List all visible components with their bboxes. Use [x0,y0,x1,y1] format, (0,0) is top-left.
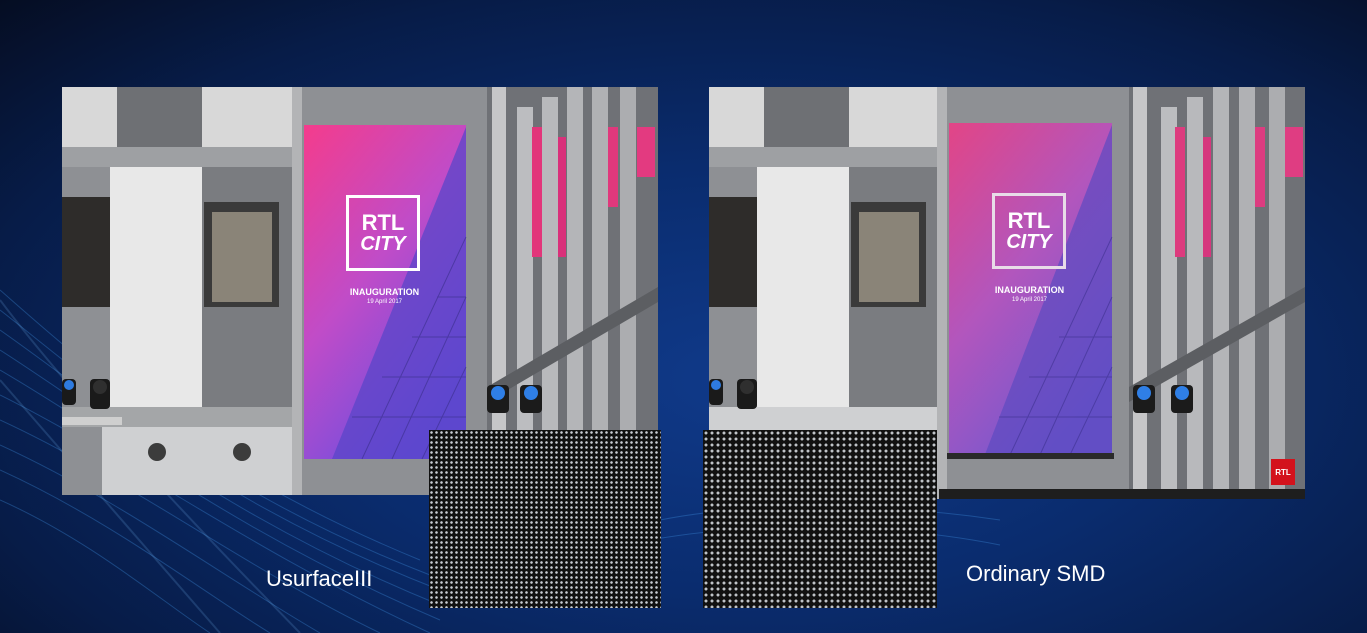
screen-headline: INAUGURATION [349,287,420,297]
usurface-caption: UsurfaceIII [266,566,373,591]
presentation-slide: RTL CITY INAUGURATION 19 April 2017 RTL … [0,0,1367,633]
rtl-logo-badge: RTL [1271,459,1295,485]
usurface-led-module-closeup [429,430,661,608]
rtl-city-logo: RTL CITY [992,193,1066,269]
screen-date: 19 April 2017 [1011,297,1048,303]
ordinary-smd-caption: Ordinary SMD [966,561,1106,586]
screen-headline: INAUGURATION [994,285,1065,295]
screen-date: 19 April 2017 [366,299,403,305]
rtl-city-logo: RTL CITY [346,195,420,271]
smd-led-module-closeup [703,430,937,608]
